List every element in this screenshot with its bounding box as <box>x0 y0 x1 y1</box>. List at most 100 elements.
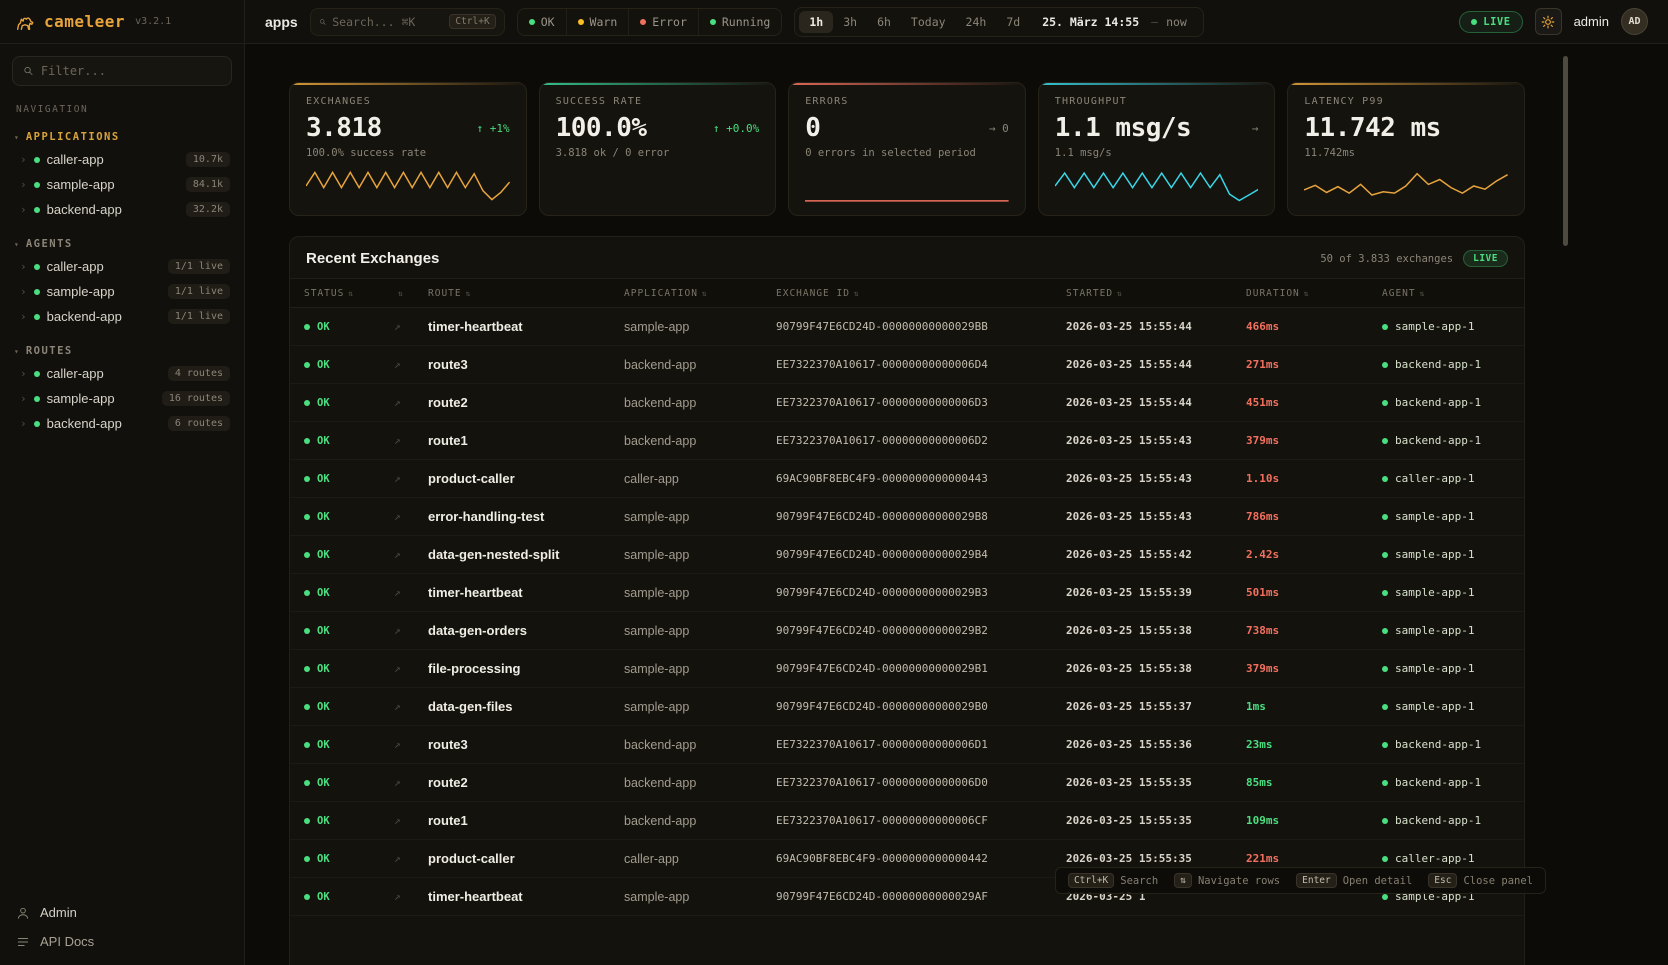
table-row[interactable]: OK ↗ data-gen-files sample-app 90799F47E… <box>290 688 1524 726</box>
route-arrow-icon: ↗ <box>394 700 428 713</box>
column-header[interactable]: AGENT ⇅ <box>1382 288 1510 299</box>
table-row[interactable]: OK ↗ route3 backend-app EE7322370A10617-… <box>290 346 1524 384</box>
section-title: AGENTS <box>26 238 73 250</box>
sidebar-item[interactable]: › sample-app 16 routes <box>0 386 244 411</box>
sidebar-item[interactable]: › caller-app 10.7k <box>0 147 244 172</box>
column-header[interactable]: DURATION ⇅ <box>1246 288 1382 299</box>
section-header[interactable]: ▾ APPLICATIONS <box>0 127 244 147</box>
exchange-id-cell: EE7322370A10617-00000000000006D4 <box>776 358 1066 371</box>
global-search-input[interactable] <box>332 15 443 29</box>
user-name: admin <box>1574 14 1609 29</box>
agent-cell: backend-app-1 <box>1382 434 1510 447</box>
route-cell: route2 <box>428 395 624 410</box>
time-range-button[interactable]: 7d <box>996 11 1030 33</box>
agent-cell: sample-app-1 <box>1382 320 1510 333</box>
sort-icon: ⇅ <box>348 289 354 298</box>
exchange-id-cell: 90799F47E6CD24D-00000000000029B3 <box>776 586 1066 599</box>
section-items: › caller-app 10.7k › sample-app <box>0 147 244 222</box>
live-toggle[interactable]: LIVE <box>1459 11 1522 33</box>
status-filter-pill[interactable]: Error <box>628 9 698 35</box>
sidebar-item[interactable]: › caller-app 1/1 live <box>0 254 244 279</box>
application-cell: backend-app <box>624 776 776 790</box>
table-row[interactable]: OK ↗ route1 backend-app EE7322370A10617-… <box>290 802 1524 840</box>
table-row[interactable]: OK ↗ data-gen-nested-split sample-app 90… <box>290 536 1524 574</box>
sidebar-item[interactable]: › backend-app 1/1 live <box>0 304 244 329</box>
global-search[interactable]: Ctrl+K <box>310 8 505 36</box>
sidebar-item[interactable]: › caller-app 4 routes <box>0 361 244 386</box>
column-header[interactable]: ROUTE ⇅ <box>428 288 624 299</box>
status-filter-pill[interactable]: OK <box>518 9 566 35</box>
status-cell: OK <box>304 511 394 523</box>
time-range-button[interactable]: 3h <box>833 11 867 33</box>
table-row[interactable]: OK ↗ product-caller caller-app 69AC90BF8… <box>290 460 1524 498</box>
table-row[interactable]: OK ↗ timer-heartbeat sample-app 90799F47… <box>290 574 1524 612</box>
route-arrow-icon: ↗ <box>394 586 428 599</box>
time-range-button[interactable]: 24h <box>956 11 997 33</box>
ok-status-dot <box>304 590 310 596</box>
sidebar-filter-input[interactable] <box>41 64 221 78</box>
time-range-button[interactable]: Today <box>901 11 956 33</box>
agent-label: backend-app-1 <box>1395 434 1481 447</box>
search-icon <box>23 65 34 77</box>
sort-icon: ⇅ <box>466 289 472 298</box>
section-header[interactable]: ▾ ROUTES <box>0 341 244 361</box>
table-row[interactable]: OK ↗ route2 backend-app EE7322370A10617-… <box>290 764 1524 802</box>
table-row[interactable]: OK ↗ timer-heartbeat sample-app 90799F47… <box>290 308 1524 346</box>
sidebar-item[interactable]: › backend-app 32.2k <box>0 197 244 222</box>
scrollbar-thumb[interactable] <box>1563 56 1568 246</box>
kpi-subtitle: 11.742ms <box>1304 147 1508 159</box>
agent-label: sample-app-1 <box>1395 700 1474 713</box>
sparkline-chart <box>1055 167 1259 205</box>
table-row[interactable]: OK ↗ route2 backend-app EE7322370A10617-… <box>290 384 1524 422</box>
hint-kbd: Esc <box>1428 873 1457 888</box>
sidebar-item-badge: 32.2k <box>186 202 230 217</box>
route-arrow-icon: ↗ <box>394 738 428 751</box>
page-title: apps <box>265 14 298 30</box>
column-header[interactable]: STARTED ⇅ <box>1066 288 1246 299</box>
status-filter-label: Error <box>652 15 687 29</box>
duration-cell: 738ms <box>1246 624 1382 637</box>
kpi-value: 0 <box>805 113 820 143</box>
table-row[interactable]: OK ↗ error-handling-test sample-app 9079… <box>290 498 1524 536</box>
sidebar-item[interactable]: › backend-app 6 routes <box>0 411 244 436</box>
route-arrow-icon: ↗ <box>394 472 428 485</box>
started-cell: 2026-03-25 15:55:42 <box>1066 548 1246 561</box>
table-row[interactable]: OK ↗ route1 backend-app EE7322370A10617-… <box>290 422 1524 460</box>
started-cell: 2026-03-25 15:55:35 <box>1066 852 1246 865</box>
status-filter-pill[interactable]: Warn <box>566 9 629 35</box>
sidebar-item-admin[interactable]: Admin <box>16 905 228 920</box>
table-row[interactable]: OK ↗ file-processing sample-app 90799F47… <box>290 650 1524 688</box>
duration-cell: 501ms <box>1246 586 1382 599</box>
sidebar-item[interactable]: › sample-app 84.1k <box>0 172 244 197</box>
section-header[interactable]: ▾ AGENTS <box>0 234 244 254</box>
agent-cell: sample-app-1 <box>1382 510 1510 523</box>
time-range-button[interactable]: 6h <box>867 11 901 33</box>
column-header[interactable]: ⇅ <box>394 289 428 298</box>
application-cell: sample-app <box>624 662 776 676</box>
table-row[interactable]: OK ↗ route3 backend-app EE7322370A10617-… <box>290 726 1524 764</box>
table-row[interactable]: OK ↗ data-gen-orders sample-app 90799F47… <box>290 612 1524 650</box>
ok-status-dot <box>304 856 310 862</box>
column-header[interactable]: APPLICATION ⇅ <box>624 288 776 299</box>
column-header[interactable]: EXCHANGE ID ⇅ <box>776 288 1066 299</box>
status-cell: OK <box>304 587 394 599</box>
sidebar-item[interactable]: › sample-app 1/1 live <box>0 279 244 304</box>
theme-toggle-button[interactable] <box>1535 8 1562 35</box>
chevron-right-icon: › <box>20 392 27 405</box>
sidebar-sections: ▾ APPLICATIONS › caller-app 10.7k <box>0 127 244 436</box>
sidebar-filter[interactable] <box>12 56 232 86</box>
status-cell: OK <box>304 815 394 827</box>
sidebar-item-api-docs[interactable]: API Docs <box>16 934 228 949</box>
sidebar-item-badge: 16 routes <box>162 391 230 406</box>
avatar[interactable]: AD <box>1621 8 1648 35</box>
application-cell: sample-app <box>624 624 776 638</box>
kpi-subtitle: 0 errors in selected period <box>805 147 1009 159</box>
agent-label: sample-app-1 <box>1395 586 1474 599</box>
time-range-button[interactable]: 1h <box>799 11 833 33</box>
status-filter-pill[interactable]: Running <box>698 9 781 35</box>
column-header[interactable]: STATUS ⇅ <box>304 288 394 299</box>
panel-title: Recent Exchanges <box>306 250 439 267</box>
agent-status-dot <box>1382 742 1388 748</box>
status-cell: OK <box>304 663 394 675</box>
table-header: STATUS ⇅ ⇅ ROUTE ⇅ <box>290 278 1524 308</box>
